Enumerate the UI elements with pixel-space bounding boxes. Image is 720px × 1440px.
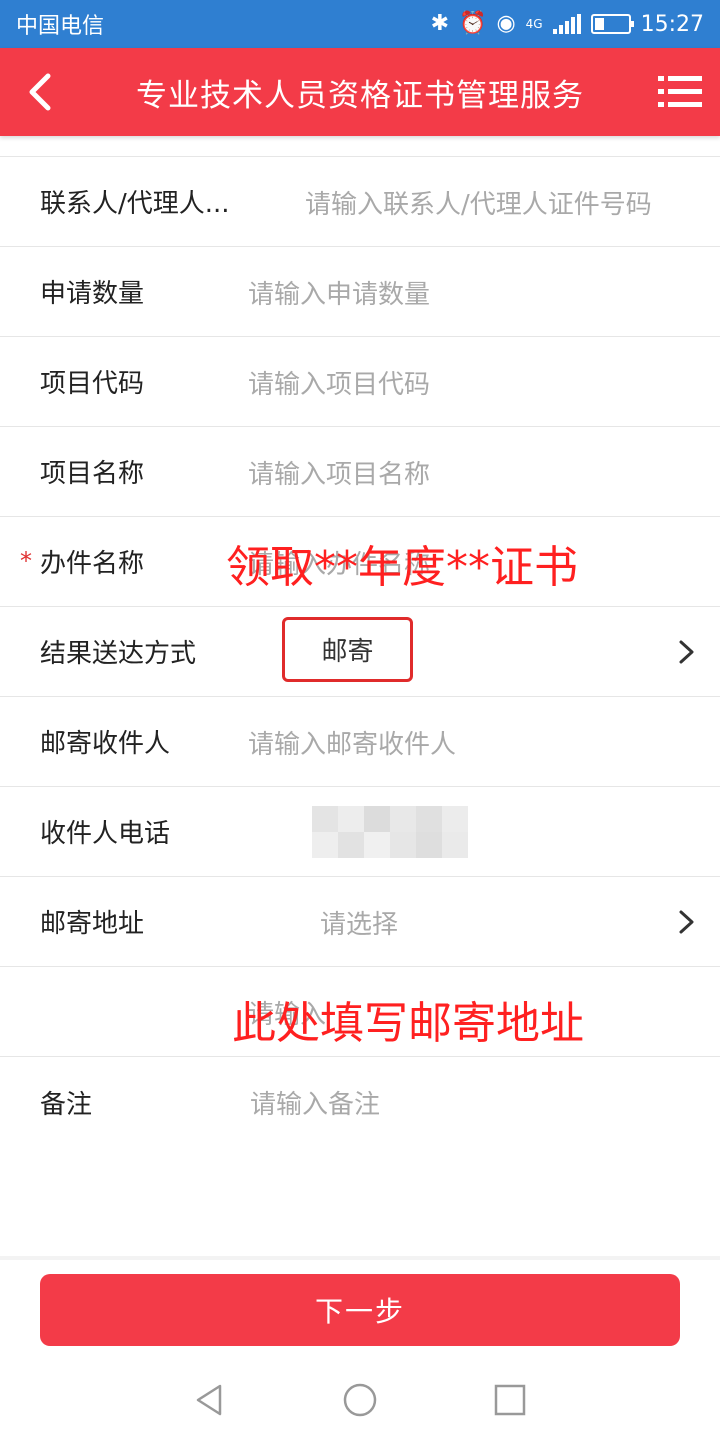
quantity-label: 申请数量: [40, 279, 145, 309]
chevron-right-icon: [679, 910, 694, 934]
menu-button[interactable]: [640, 48, 720, 136]
chevron-left-icon: [29, 73, 51, 111]
chevron-right-icon: [679, 640, 694, 664]
bluetooth-icon: ✱: [430, 11, 450, 36]
case-name-label: 办件名称: [40, 549, 145, 579]
form-row-address-detail: 请输入 此处填写邮寄地址: [0, 967, 720, 1057]
alarm-icon: ⏰: [459, 11, 487, 36]
case-name-input[interactable]: 请输入办件名称: [248, 517, 430, 607]
page-title: 专业技术人员资格证书管理服务: [136, 77, 584, 114]
next-step-button[interactable]: 下一步: [40, 1274, 680, 1346]
form-row-project-code: 项目代码 请输入项目代码: [0, 337, 720, 427]
form-row-case-name: * 办件名称 请输入办件名称 领取**年度**证书: [0, 517, 720, 607]
project-code-label: 项目代码: [40, 369, 145, 399]
required-mark: *: [20, 547, 32, 575]
recipient-phone-label: 收件人电话: [40, 819, 171, 849]
quantity-input[interactable]: 请输入申请数量: [248, 247, 430, 337]
project-name-input[interactable]: 请输入项目名称: [248, 427, 430, 517]
network-type: 4G: [525, 17, 543, 31]
status-icons: ✱ ⏰ ◉ 4G 15:27: [431, 12, 704, 37]
project-code-input[interactable]: 请输入项目代码: [248, 337, 430, 427]
form-row-recipient: 邮寄收件人 请输入邮寄收件人: [0, 697, 720, 787]
application-form: 联系人/代理人... 请输入联系人/代理人证件号码 申请数量 请输入申请数量 项…: [0, 156, 720, 1147]
back-button[interactable]: [0, 48, 80, 136]
nav-home-icon[interactable]: [340, 1380, 380, 1420]
delivery-label: 结果送达方式: [40, 639, 197, 669]
remark-input[interactable]: 请输入备注: [250, 1057, 380, 1147]
recipient-input[interactable]: 请输入邮寄收件人: [248, 697, 456, 787]
recipient-phone-redacted[interactable]: [312, 806, 468, 858]
contact-id-input[interactable]: 请输入联系人/代理人证件号码: [305, 157, 652, 247]
recipient-label: 邮寄收件人: [40, 729, 171, 759]
form-row-project-name: 项目名称 请输入项目名称: [0, 427, 720, 517]
battery-icon: [590, 14, 634, 34]
system-nav-bar: [0, 1360, 720, 1440]
address-detail-input[interactable]: 请输入: [248, 967, 326, 1057]
carrier-name: 中国电信: [16, 14, 105, 39]
form-row-remark: 备注 请输入备注: [0, 1057, 720, 1147]
project-name-label: 项目名称: [40, 459, 145, 489]
app-header: 专业技术人员资格证书管理服务: [0, 48, 720, 136]
form-row-delivery[interactable]: 结果送达方式 邮寄: [0, 607, 720, 697]
eye-comfort-icon: ◉: [496, 11, 516, 36]
form-row-address[interactable]: 邮寄地址 请选择: [0, 877, 720, 967]
form-row-contact-id: 联系人/代理人... 请输入联系人/代理人证件号码: [0, 157, 720, 247]
signal-icon: [552, 14, 581, 34]
remark-label: 备注: [40, 1089, 93, 1120]
address-select[interactable]: 请选择: [320, 877, 398, 967]
menu-icon: [658, 76, 702, 107]
status-bar: 中国电信 ✱ ⏰ ◉ 4G 15:27: [0, 0, 720, 48]
form-row-quantity: 申请数量 请输入申请数量: [0, 247, 720, 337]
delivery-select[interactable]: 邮寄: [282, 617, 413, 682]
contact-id-label: 联系人/代理人...: [40, 189, 230, 219]
address-label: 邮寄地址: [40, 909, 145, 939]
nav-recents-icon[interactable]: [490, 1380, 530, 1420]
clock: 15:27: [640, 11, 704, 37]
bottom-divider: [0, 1256, 720, 1260]
nav-back-icon[interactable]: [190, 1380, 230, 1420]
